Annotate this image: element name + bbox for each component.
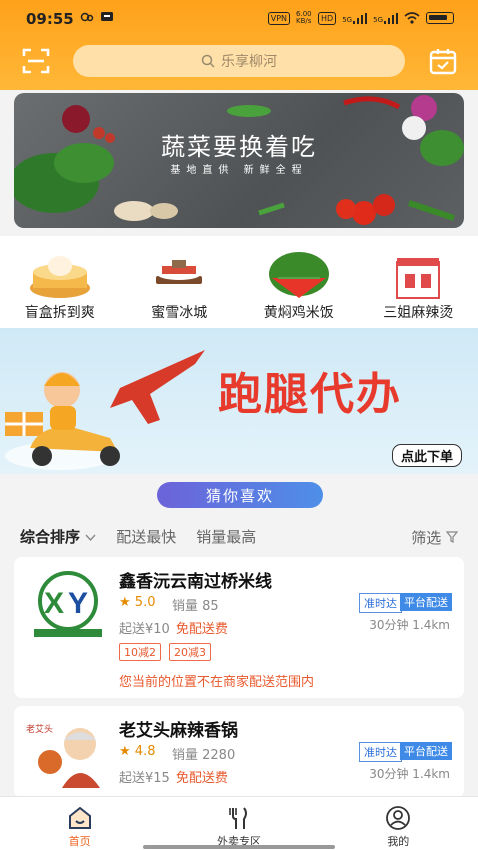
- svg-text:X: X: [44, 587, 64, 620]
- wifi-icon: [404, 12, 420, 24]
- platform-delivery-tag: 平台配送: [400, 742, 452, 760]
- watermelon-icon: [268, 252, 329, 298]
- svg-text:老艾头: 老艾头: [26, 723, 53, 734]
- chevron-down-icon: [85, 534, 96, 541]
- out-of-range-notice: 您当前的位置不在商家配送范围内: [119, 675, 315, 690]
- promo-banner[interactable]: 蔬菜要换着吃 基地直供 新鲜全程: [14, 93, 464, 228]
- category-item[interactable]: 蜜雪冰城: [120, 236, 240, 328]
- time-distance: 30分钟 1.4km: [369, 618, 450, 632]
- user-icon: [386, 806, 411, 830]
- wallet-icon: [101, 12, 113, 21]
- link-icon: [80, 12, 94, 21]
- battery-icon: [426, 12, 454, 24]
- search-placeholder: 乐享柳河: [221, 54, 277, 70]
- cutlery-icon: [229, 807, 247, 829]
- search-input[interactable]: 乐享柳河: [73, 45, 405, 77]
- platform-delivery-tag: 平台配送: [400, 593, 452, 611]
- category-grid: 盲盒拆到爽 蜜雪冰城 黄焖鸡米饭 三姐麻辣烫: [0, 236, 478, 328]
- sort-fastest-tab[interactable]: 配送最快: [116, 526, 176, 547]
- sort-default-tab[interactable]: 综合排序: [20, 526, 96, 547]
- shop-card[interactable]: 老艾头 老艾头麻辣香锅 ★ 4.8 销量 2280 准时达 平台配送 起送¥15…: [14, 706, 464, 798]
- vpn-badge: VPN: [267, 11, 291, 25]
- banner-subtitle: 基地直供 新鲜全程: [170, 165, 308, 176]
- net-speed: 6.00 KB/s: [296, 10, 312, 25]
- nav-takeout[interactable]: 外卖专区: [159, 797, 318, 850]
- sort-default-label: 综合排序: [20, 527, 81, 546]
- delivery-rider-image: [5, 350, 205, 470]
- star-icon: ★: [119, 744, 131, 759]
- filter-label: 筛选: [411, 529, 442, 547]
- status-time: 09:55: [26, 10, 74, 28]
- filter-icon: [445, 531, 459, 543]
- free-delivery: 免配送费: [175, 622, 228, 637]
- on-time-tag: 准时达: [359, 742, 402, 762]
- blind-box-icon: [29, 256, 90, 298]
- status-bar: 09:55 VPN 6.00 KB/s HD 5G 5G: [0, 0, 478, 38]
- shop-sales: 销量 85: [172, 599, 219, 614]
- bottom-nav: 首页 外卖专区 我的: [0, 796, 478, 850]
- home-indicator: [143, 845, 335, 849]
- home-icon: [68, 806, 91, 829]
- signal-icon: 5G: [342, 12, 368, 24]
- category-item[interactable]: 盲盒拆到爽: [0, 236, 120, 328]
- app-screen: 09:55 VPN 6.00 KB/s HD 5G 5G 乐享柳河 蔬菜要换着吃…: [0, 0, 478, 850]
- hd-badge: HD: [318, 11, 337, 25]
- errand-title: 跑腿代办: [218, 369, 402, 420]
- star-icon: ★: [119, 595, 131, 610]
- category-item[interactable]: 黄焖鸡米饭: [239, 236, 359, 328]
- status-left-icons: [80, 11, 114, 22]
- signal-5g-label: 5G: [342, 15, 353, 24]
- shop-card[interactable]: X Y 鑫香沅云南过桥米线 ★ 5.0 销量 85 准时达 平台配送 起送¥10…: [14, 557, 464, 698]
- rating-value: 4.8: [134, 744, 156, 759]
- shop-rating: ★ 5.0: [119, 595, 155, 610]
- nav-profile[interactable]: 我的: [319, 797, 478, 850]
- shop-sales: 销量 2280: [172, 748, 236, 763]
- sort-sales-tab[interactable]: 销量最高: [196, 526, 256, 547]
- filter-button[interactable]: 筛选: [411, 527, 459, 548]
- category-label: 三姐麻辣烫: [383, 305, 454, 321]
- signal-5g-label-2: 5G: [373, 15, 383, 24]
- status-right: VPN 6.00 KB/s HD 5G 5G: [267, 10, 454, 25]
- ice-cream-shop-icon: [156, 260, 203, 284]
- header: 09:55 VPN 6.00 KB/s HD 5G 5G 乐享柳河: [0, 0, 478, 90]
- scan-icon[interactable]: [22, 47, 50, 75]
- delivery-info: 起送¥15 免配送费: [119, 767, 228, 786]
- nav-profile-label: 我的: [387, 835, 410, 848]
- storefront-icon: [396, 258, 441, 299]
- svg-text:Y: Y: [68, 587, 88, 620]
- promo-tag: 10减2: [119, 643, 161, 661]
- promo-tags: 10减2 20减3: [119, 643, 211, 661]
- errand-banner[interactable]: 跑腿代办 点此下单: [0, 328, 478, 474]
- shop-name: 老艾头麻辣香锅: [119, 721, 238, 741]
- category-label: 黄焖鸡米饭: [263, 305, 334, 321]
- guess-section: 猜你喜欢: [0, 474, 478, 518]
- delivery-info: 起送¥10 免配送费: [119, 618, 228, 637]
- on-time-tag: 准时达: [359, 593, 402, 613]
- calendar-icon[interactable]: [428, 46, 458, 76]
- min-order: 起送¥10: [119, 622, 170, 637]
- signal-icon-2: 5G: [373, 12, 398, 24]
- category-label: 蜜雪冰城: [151, 305, 208, 321]
- shop-logo: X Y: [24, 569, 112, 639]
- promo-tag: 20减3: [169, 643, 211, 661]
- time-distance: 30分钟 1.4km: [369, 767, 450, 781]
- sort-bar: 综合排序 配送最快 销量最高 筛选: [0, 518, 478, 554]
- nav-home-label: 首页: [68, 835, 91, 848]
- shop-rating: ★ 4.8: [119, 744, 155, 759]
- search-icon: [201, 54, 215, 68]
- order-now-button[interactable]: 点此下单: [391, 444, 462, 467]
- guess-you-like-badge: 猜你喜欢: [157, 482, 323, 508]
- nav-home[interactable]: 首页: [0, 797, 159, 850]
- category-item[interactable]: 三姐麻辣烫: [359, 236, 478, 328]
- shop-name: 鑫香沅云南过桥米线: [119, 572, 272, 592]
- min-order: 起送¥15: [119, 771, 170, 786]
- category-label: 盲盒拆到爽: [24, 305, 95, 321]
- banner-title: 蔬菜要换着吃: [161, 133, 317, 161]
- rating-value: 5.0: [134, 595, 156, 610]
- shop-logo: 老艾头: [24, 718, 112, 788]
- free-delivery: 免配送费: [175, 771, 228, 786]
